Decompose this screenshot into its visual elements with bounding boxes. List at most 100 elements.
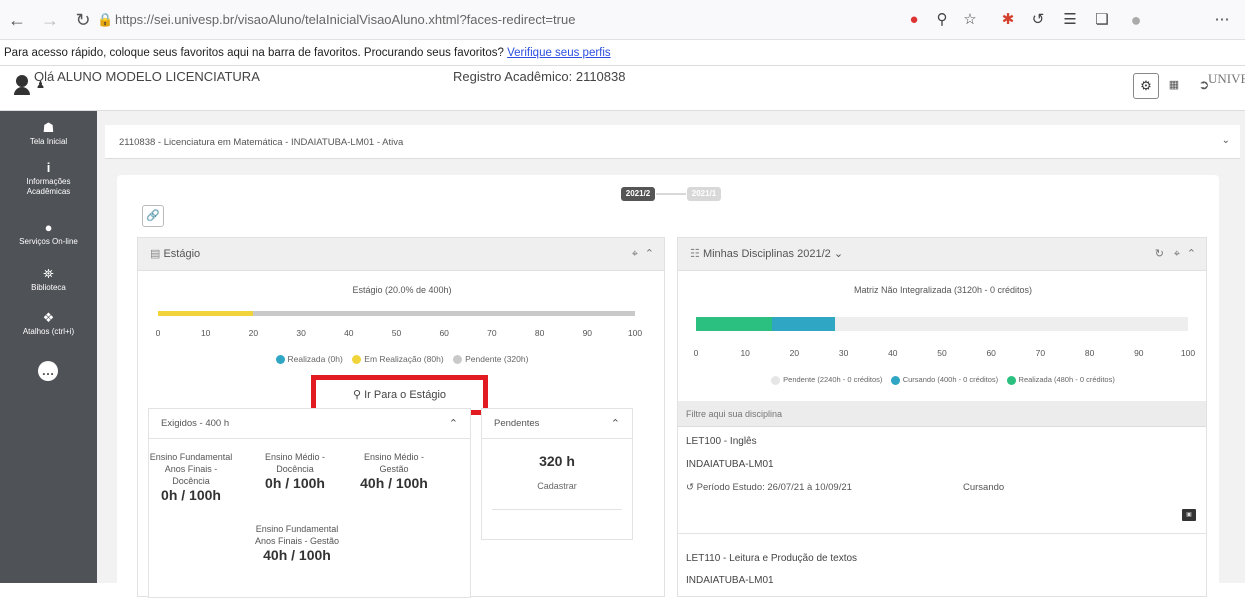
- app-header: ♟ Olá ALUNO MODELO LICENCIATURA Registro…: [0, 67, 1245, 111]
- chevron-down-icon[interactable]: ⌄: [834, 248, 843, 260]
- tick-label: 40: [888, 348, 898, 358]
- info-icon: i: [46, 160, 51, 175]
- favorite-star-icon[interactable]: ☆: [958, 8, 982, 32]
- tick-label: 40: [344, 328, 354, 338]
- estagio-tick-row: 0 10 20 30 40 50 60 70 80 90 100: [156, 328, 642, 340]
- collapse-menu-icon[interactable]: …: [38, 361, 58, 381]
- tick-label: 60: [986, 348, 996, 358]
- sidebar-item-atalhos[interactable]: ❖ Atalhos (ctrl+i): [0, 311, 97, 337]
- apps-grid-icon[interactable]: ▦: [1164, 75, 1184, 95]
- course-select-value: 2110838 - Licenciatura em Matemática - I…: [119, 137, 404, 148]
- period-2021-1[interactable]: 2021/1: [687, 187, 721, 201]
- main-content: 2110838 - Licenciatura em Matemática - I…: [97, 111, 1245, 598]
- legend-em-realizacao: Em Realização (80h): [364, 354, 444, 364]
- reload-icon[interactable]: ↻: [70, 7, 96, 33]
- disciplinas-title: Minhas Disciplinas: [702, 248, 795, 260]
- legend-realizada: Realizada (480h - 0 créditos): [1018, 375, 1115, 384]
- estagio-title: Estágio: [163, 248, 201, 260]
- tracker-icon[interactable]: ●: [902, 8, 926, 32]
- tick-label: 10: [200, 328, 211, 338]
- univesp-logo: UNIVESP: [1208, 71, 1245, 86]
- favorites-list-icon[interactable]: ☰: [1058, 8, 1082, 32]
- disciplinas-panel: ☷ Minhas Disciplinas 2021/2 ⌄ ↻ ⌖ ⌃ Matr…: [677, 237, 1207, 597]
- chart-icon: ▤: [150, 248, 161, 260]
- history-icon: ↺: [686, 482, 694, 493]
- legend-pendente: Pendente (320h): [465, 354, 529, 364]
- chevron-up-icon[interactable]: ⌃: [449, 409, 458, 439]
- matrix-legend: Pendente (2240h - 0 créditos) Cursando (…: [678, 375, 1208, 385]
- chevron-up-icon[interactable]: ⌃: [611, 409, 620, 439]
- key-icon[interactable]: ⚲: [930, 8, 954, 32]
- extension-icon[interactable]: ✱: [996, 8, 1020, 32]
- collections-icon[interactable]: ❏: [1090, 8, 1114, 32]
- tick-label: 30: [296, 328, 306, 338]
- home-icon: ☗: [42, 120, 55, 135]
- disciplinas-panel-header: ☷ Minhas Disciplinas 2021/2 ⌄ ↻ ⌖ ⌃: [678, 238, 1206, 271]
- period-2021-2[interactable]: 2021/2: [621, 187, 655, 201]
- favbar-text: Para acesso rápido, coloque seus favorit…: [4, 47, 504, 59]
- disciplina-filter-input[interactable]: [678, 401, 1206, 427]
- legend-pendente: Pendente (2240h - 0 créditos): [783, 375, 883, 384]
- dashboard-card: 2021/2 2021/1 🔗 ▤ Estágio ⌖ ⌃ Estágio (2…: [117, 175, 1219, 598]
- favbar-link[interactable]: Verifique seus perfis: [507, 47, 611, 59]
- tick-label: 20: [248, 328, 259, 338]
- library-icon: ⛯: [43, 266, 54, 281]
- disciplina-code[interactable]: LET100 - Inglês: [686, 436, 757, 447]
- legend-dot-pendente: [771, 375, 781, 385]
- tick-label: 0: [155, 328, 161, 338]
- legend-cursando: Cursando (400h - 0 créditos): [902, 375, 999, 384]
- sitemap-icon: ☷: [690, 248, 700, 260]
- legend-dot-realizada: [275, 355, 285, 365]
- exigidos-title: Exigidos - 400 h: [161, 418, 230, 429]
- divider: [678, 533, 1206, 534]
- matrix-progress-track: [696, 317, 1188, 331]
- more-menu-icon[interactable]: ⋯: [1210, 8, 1234, 32]
- tick-label: 50: [937, 348, 947, 358]
- forward-arrow-icon[interactable]: →: [37, 7, 63, 33]
- user-avatar-body: [14, 87, 30, 95]
- expand-icon[interactable]: ⌖: [632, 238, 638, 271]
- refresh-extension-icon[interactable]: ↺: [1026, 8, 1050, 32]
- tick-label: 90: [582, 328, 593, 338]
- collapse-icon[interactable]: ⌃: [1187, 238, 1196, 271]
- tick-label: 80: [534, 328, 545, 338]
- course-select[interactable]: 2110838 - Licenciatura em Matemática - I…: [105, 125, 1240, 159]
- matrix-progress-realizada: [696, 317, 772, 331]
- tick-label: 70: [487, 328, 497, 338]
- pendentes-header: Pendentes ⌃: [482, 409, 632, 439]
- tick-label: 30: [838, 348, 849, 358]
- globe-icon: ●: [44, 220, 53, 235]
- profile-avatar-icon[interactable]: ●: [1124, 8, 1148, 32]
- back-arrow-icon[interactable]: ←: [4, 7, 30, 33]
- sidebar-item-label: Atalhos (ctrl+i): [22, 327, 75, 336]
- cadastrar-link[interactable]: Cadastrar: [482, 481, 632, 491]
- legend-dot-em-realizacao: [352, 355, 362, 365]
- sidebar-item-servicos[interactable]: ● Serviços On-line: [0, 221, 97, 247]
- refresh-icon[interactable]: ↻: [1155, 238, 1164, 271]
- divider: [492, 509, 622, 510]
- exigido-item: Ensino Fundamental Anos Finais - Gestão 4…: [249, 523, 345, 563]
- exigido-value: 40h / 100h: [263, 547, 331, 563]
- estagio-progress-title: Estágio (20.0% de 400h): [352, 285, 452, 295]
- matrix-title: Matriz Não Integralizada (3120h - 0 créd…: [853, 285, 1033, 295]
- disciplinas-period[interactable]: 2021/2: [797, 248, 831, 260]
- address-bar[interactable]: 🔒 https://sei.univesp.br/visaoAluno/telaI…: [97, 6, 897, 34]
- expand-icon[interactable]: ⌖: [1174, 238, 1180, 271]
- link-icon[interactable]: 🔗: [142, 205, 164, 227]
- exigido-value: 0h / 100h: [161, 487, 221, 503]
- tick-label: 60: [439, 328, 449, 338]
- estagio-progress-fill: [158, 311, 254, 316]
- sidebar-item-biblioteca[interactable]: ⛯ Biblioteca: [0, 267, 97, 293]
- collapse-icon[interactable]: ⌃: [645, 238, 654, 271]
- exigido-value: 0h / 100h: [265, 475, 325, 491]
- disciplina-code[interactable]: LET110 - Leitura e Produção de textos: [686, 553, 857, 564]
- tick-label: 90: [1134, 348, 1144, 358]
- sidebar-item-tela-inicial[interactable]: ☗ Tela Inicial: [0, 121, 97, 147]
- sidebar-item-informacoes[interactable]: i Informações Acadêmicas: [0, 161, 97, 197]
- course-material-icon[interactable]: ▣: [1182, 509, 1196, 521]
- settings-gear-icon[interactable]: ⚙: [1133, 73, 1159, 99]
- greeting-text: Olá ALUNO MODELO LICENCIATURA: [34, 69, 260, 84]
- exigido-label: Ensino Médio - Gestão: [363, 452, 425, 474]
- legend-dot-cursando: [890, 375, 900, 385]
- url-text: https://sei.univesp.br/visaoAluno/telaIn…: [115, 12, 576, 27]
